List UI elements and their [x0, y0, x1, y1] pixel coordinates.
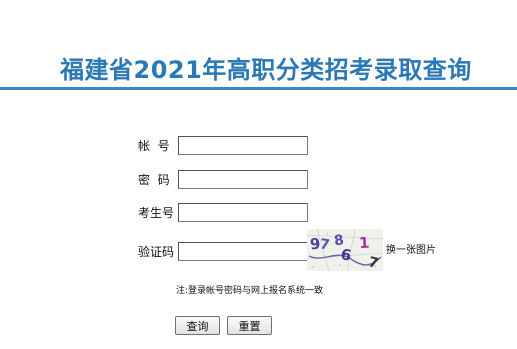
refresh-captcha-link[interactable]: 换一张图片	[386, 241, 436, 256]
page-title: 福建省2021年高职分类招考录取查询	[60, 56, 472, 84]
account-input[interactable]	[178, 136, 308, 155]
account-label: 帐 号	[138, 139, 170, 153]
password-label: 密 码	[138, 173, 170, 187]
exam-number-input[interactable]	[178, 203, 308, 222]
title-divider	[0, 87, 517, 90]
captcha-input[interactable]	[178, 242, 308, 261]
captcha-image[interactable]: 9 7 8 6 1 7	[307, 229, 383, 271]
query-button[interactable]: 查询	[175, 316, 220, 335]
captcha-label: 验证码	[138, 245, 175, 259]
password-row: 密 码	[0, 170, 517, 190]
reset-button[interactable]: 重置	[227, 316, 272, 335]
login-hint-note: 注:登录帐号密码与网上报名系统一致	[176, 286, 324, 296]
captcha-row: 验证码	[0, 242, 517, 262]
password-input[interactable]	[178, 170, 308, 189]
exam-number-row: 考生号	[0, 203, 517, 223]
svg-text:1: 1	[358, 234, 370, 253]
account-row: 帐 号	[0, 136, 517, 156]
exam-number-label: 考生号	[138, 206, 175, 220]
